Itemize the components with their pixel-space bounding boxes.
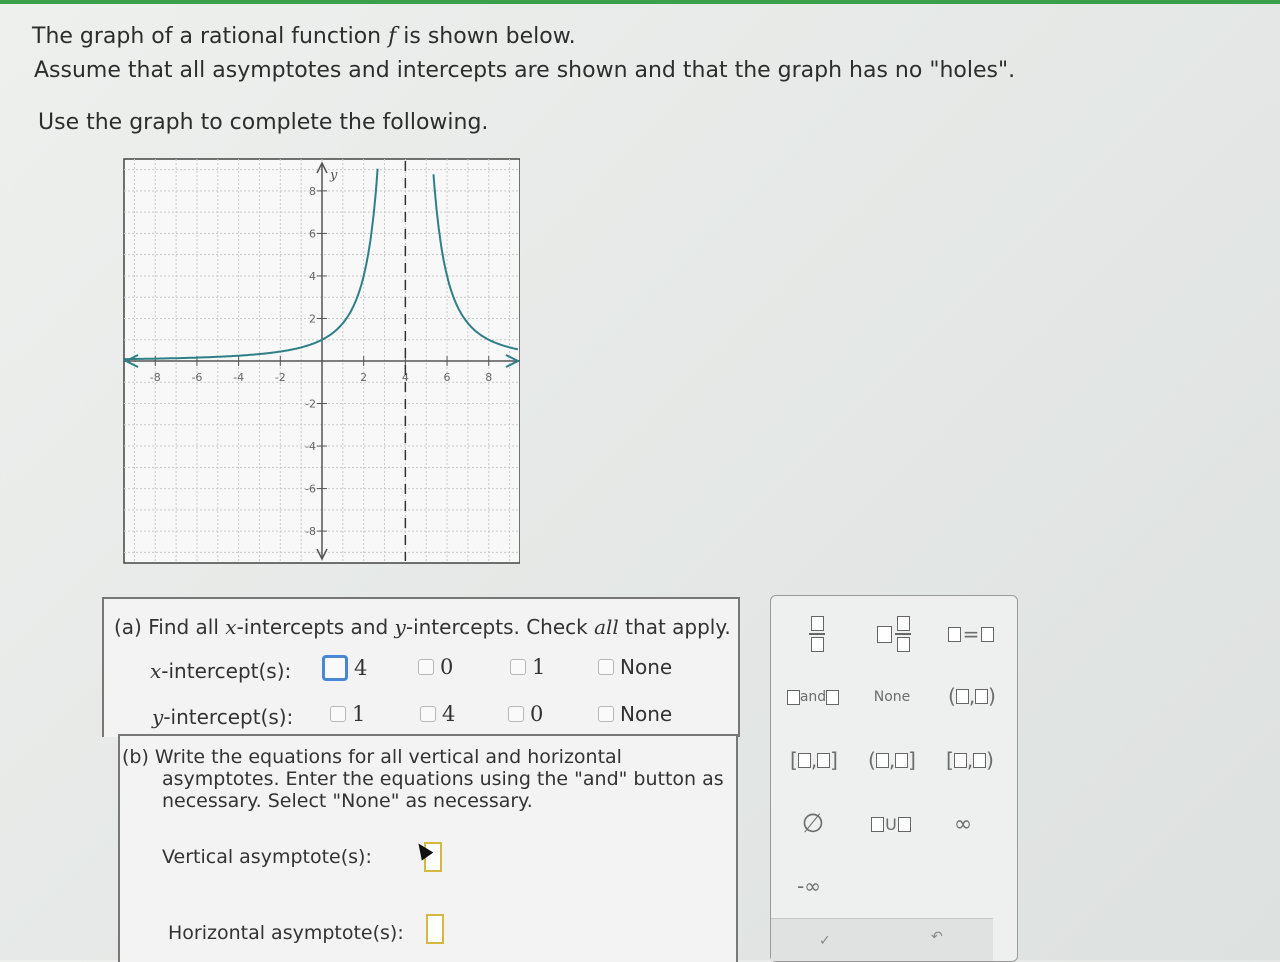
x-intercept-option-0[interactable]: 0 [418,655,453,679]
mixed-number-button[interactable] [869,614,919,654]
y-tick-label: 4 [309,270,316,283]
x-tick-label: -2 [275,371,286,384]
x-intercept-label: x-intercept(s): [150,659,292,683]
question-text: is shown below. [403,24,576,49]
y-tick-label: -4 [305,440,316,453]
rational-function-graph: y-8 -6 -4 -2 2 4 6 88642-2-4-6-8 [123,158,520,564]
top-accent-bar [0,0,1280,4]
empty-set-button[interactable]: ∅ [793,808,833,840]
checkbox[interactable] [598,706,614,722]
negative-infinity-button[interactable]: -∞ [787,870,831,902]
checkbox[interactable] [420,706,436,722]
infinity-button[interactable]: ∞ [943,808,983,840]
fraction-button[interactable] [797,614,837,654]
horizontal-asymptote-label: Horizontal asymptote(s): [168,922,404,944]
y-intercept-option-1[interactable]: 1 [330,702,365,726]
question-line-3: Use the graph to complete the following. [38,110,489,135]
part-a-title: (a) Find all x-intercepts and y-intercep… [114,615,731,639]
horizontal-asymptote-input[interactable] [426,914,444,944]
function-var: f [388,24,397,49]
question-line-2: Assume that all asymptotes and intercept… [34,58,1016,83]
checkbox[interactable] [510,659,526,675]
x-tick-label: 2 [360,371,367,384]
y-tick-label: -6 [305,483,316,496]
x-tick-label: -6 [191,371,202,384]
checkbox[interactable] [330,706,346,722]
y-tick-label: 8 [309,185,316,198]
y-intercept-option-0[interactable]: 0 [508,702,543,726]
half-open-right-button[interactable]: [,) [939,744,1001,776]
checkbox[interactable] [322,655,348,681]
vertical-asymptote-label: Vertical asymptote(s): [162,846,372,868]
y-intercept-option-none[interactable]: None [598,702,672,726]
union-button[interactable]: U [865,808,917,840]
and-button[interactable]: and [785,682,841,712]
x-intercept-option-1[interactable]: 1 [510,655,545,679]
checkbox[interactable] [508,706,524,722]
math-keypad: = and None (,) [,] (,] [,) ∅ U ∞ -∞ ✓ ↶ [770,595,1018,962]
checkbox[interactable] [598,659,614,675]
check-icon[interactable]: ✓ [819,933,831,949]
none-button[interactable]: None [867,682,917,712]
closed-interval-button[interactable]: [,] [783,744,845,776]
x-tick-label: -4 [233,371,244,384]
x-tick-label: 6 [444,371,451,384]
y-intercept-option-4[interactable]: 4 [420,702,455,726]
y-tick-label: -8 [305,525,316,538]
half-open-left-button[interactable]: (,] [861,744,923,776]
x-tick-label: 8 [485,371,492,384]
x-tick-label: -8 [150,371,161,384]
y-tick-label: -2 [305,398,316,411]
keypad-action-bar: ✓ ↶ [771,918,993,961]
question-line-1: The graph of a rational function f is sh… [32,24,576,49]
y-tick-label: 2 [309,312,316,325]
x-intercept-option-none[interactable]: None [598,655,672,679]
equals-button[interactable]: = [943,618,999,650]
checkbox[interactable] [418,659,434,675]
question-text: The graph of a rational function [32,24,382,49]
y-intercept-label: y-intercept(s): [152,705,294,729]
y-tick-label: 6 [309,227,316,240]
undo-icon[interactable]: ↶ [931,929,943,945]
part-b-instructions: (b) Write the equations for all vertical… [122,746,724,812]
part-a-panel: (a) Find all x-intercepts and y-intercep… [102,597,740,737]
y-axis-label: y [329,168,338,183]
open-interval-button[interactable]: (,) [941,680,1003,712]
x-intercept-option-4[interactable]: 4 [322,655,367,681]
